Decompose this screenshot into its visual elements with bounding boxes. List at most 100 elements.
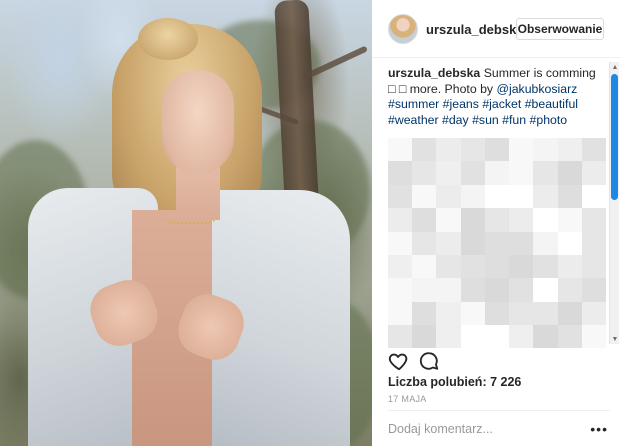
blurred-block xyxy=(509,301,534,326)
blurred-block xyxy=(484,138,510,162)
blurred-block xyxy=(533,278,558,302)
following-button[interactable]: Obserwowanie xyxy=(516,18,604,40)
blurred-block xyxy=(484,208,510,232)
blurred-block xyxy=(412,231,437,255)
blurred-block xyxy=(412,325,437,348)
post-actions xyxy=(388,350,608,372)
blurred-block xyxy=(581,184,606,209)
blurred-comments xyxy=(388,138,606,348)
blurred-block xyxy=(388,254,413,279)
blurred-block xyxy=(388,231,413,255)
blurred-block xyxy=(484,184,510,209)
post-caption: urszula_debska Summer is comming □ □ mor… xyxy=(388,66,602,128)
avatar[interactable] xyxy=(388,14,418,44)
blurred-block xyxy=(581,208,606,232)
blurred-block xyxy=(460,208,485,232)
blurred-block xyxy=(581,301,606,326)
blurred-block xyxy=(388,325,413,348)
blurred-block xyxy=(460,278,485,302)
blurred-block xyxy=(509,161,534,185)
blurred-block xyxy=(509,278,534,302)
blurred-block xyxy=(460,138,485,162)
blurred-block xyxy=(484,278,510,302)
blurred-block xyxy=(533,184,558,209)
blurred-block xyxy=(581,231,606,255)
blurred-block xyxy=(557,231,582,255)
blurred-block xyxy=(533,231,558,255)
add-comment-input[interactable] xyxy=(388,421,568,436)
blurred-block xyxy=(533,208,558,232)
blurred-block xyxy=(581,325,606,348)
blurred-block xyxy=(436,231,461,255)
blurred-block xyxy=(436,138,461,162)
photo-person-hair-bun xyxy=(138,18,198,60)
blurred-block xyxy=(412,138,437,162)
blurred-block xyxy=(388,208,413,232)
blurred-block xyxy=(557,184,582,209)
blurred-block xyxy=(436,208,461,232)
blurred-block xyxy=(484,301,510,326)
blurred-block xyxy=(581,161,606,185)
blurred-block xyxy=(533,254,558,279)
caption-mention-link[interactable]: @jakubkosiarz xyxy=(497,82,578,96)
blurred-block xyxy=(484,325,510,348)
likes-count[interactable]: Liczba polubień: 7 226 xyxy=(388,375,521,389)
blurred-block xyxy=(460,184,485,209)
ellipsis-icon[interactable]: ••• xyxy=(590,421,608,437)
blurred-block xyxy=(484,161,510,185)
blurred-block xyxy=(557,278,582,302)
blurred-block xyxy=(388,138,413,162)
header-username[interactable]: urszula_debska xyxy=(426,22,518,37)
blurred-block xyxy=(509,325,534,348)
blurred-block xyxy=(484,254,510,279)
scroll-up-arrow-icon[interactable]: ▲ xyxy=(610,62,620,72)
caption-username[interactable]: urszula_debska xyxy=(388,66,480,80)
blurred-block xyxy=(581,138,606,162)
blurred-block xyxy=(388,161,413,185)
scroll-down-arrow-icon[interactable]: ▼ xyxy=(610,334,620,344)
blurred-block xyxy=(557,325,582,348)
blurred-block xyxy=(509,231,534,255)
blurred-block xyxy=(460,325,485,348)
blurred-block xyxy=(557,208,582,232)
blurred-block xyxy=(436,278,461,302)
blurred-block xyxy=(484,231,510,255)
blurred-block xyxy=(460,254,485,279)
post-date: 17 MAJA xyxy=(388,394,427,404)
blurred-block xyxy=(509,254,534,279)
blurred-block xyxy=(460,231,485,255)
blurred-block xyxy=(412,184,437,209)
blurred-block xyxy=(412,254,437,279)
blurred-block xyxy=(557,138,582,162)
blurred-block xyxy=(533,325,558,348)
blurred-block xyxy=(509,138,534,162)
blurred-block xyxy=(533,161,558,185)
blurred-block xyxy=(412,301,437,326)
scrollbar-thumb[interactable] xyxy=(611,74,618,200)
caption-hashtags[interactable]: #summer #jeans #jacket #beautiful #weath… xyxy=(388,97,578,127)
post-photo[interactable] xyxy=(0,0,372,446)
blurred-block xyxy=(581,278,606,302)
blurred-block xyxy=(557,161,582,185)
post-header: urszula_debska Obserwowanie xyxy=(372,0,620,58)
comments-area: urszula_debska Summer is comming □ □ mor… xyxy=(388,66,610,348)
blurred-block xyxy=(388,301,413,326)
blurred-block xyxy=(436,301,461,326)
heart-icon[interactable] xyxy=(388,350,410,372)
blurred-block xyxy=(460,161,485,185)
add-comment-bar: ••• xyxy=(388,410,610,446)
blurred-block xyxy=(436,325,461,348)
blurred-block xyxy=(533,138,558,162)
blurred-block xyxy=(436,161,461,185)
post-side-panel: urszula_debska Obserwowanie urszula_debs… xyxy=(372,0,620,446)
speech-bubble-icon[interactable] xyxy=(418,350,440,372)
photo-person-necklace xyxy=(160,210,220,224)
blurred-block xyxy=(436,254,461,279)
blurred-block xyxy=(436,184,461,209)
blurred-block xyxy=(581,254,606,279)
blurred-block xyxy=(412,208,437,232)
blurred-block xyxy=(460,301,485,326)
blurred-block xyxy=(509,184,534,209)
blurred-block xyxy=(388,278,413,302)
comments-scrollbar[interactable]: ▲ ▼ xyxy=(609,62,619,344)
